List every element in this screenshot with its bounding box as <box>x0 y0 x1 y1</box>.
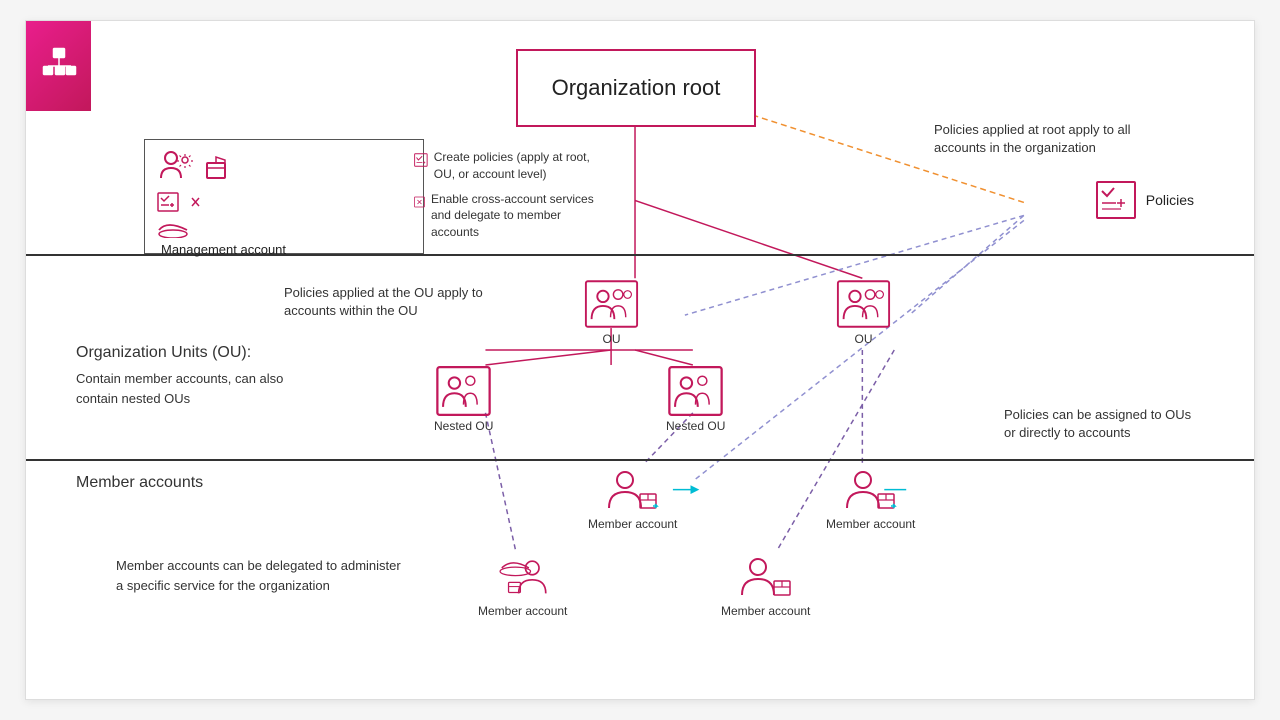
text-ou-section: Organization Units (OU): Contain member … <box>76 341 296 408</box>
diagram-container: Organization root <box>25 20 1255 700</box>
policies-icon <box>1096 181 1136 219</box>
member-4-label: Member account <box>721 604 810 618</box>
nested-ou-left: Nested OU <box>434 366 493 433</box>
member-2-label: Member account <box>826 517 915 531</box>
member-4-icon <box>738 551 793 601</box>
ou-left: OU <box>584 279 639 346</box>
text-create-policies: Create policies (apply at root, OU, or a… <box>414 149 604 241</box>
text-ou-policies: Policies applied at the OU apply to acco… <box>284 284 504 320</box>
admin-hat-icon <box>157 216 189 238</box>
nested-ou-right: Nested OU <box>666 366 725 433</box>
member-account-4: Member account <box>721 551 810 618</box>
member-account-3: Member account <box>478 551 567 618</box>
member-2-icon <box>843 464 898 514</box>
nested-ou-left-label: Nested OU <box>434 419 493 433</box>
text-member-delegate: Member accounts can be delegated to admi… <box>116 556 406 595</box>
cube-icon <box>203 153 231 181</box>
ou-right: OU <box>836 279 891 346</box>
checklist-icon <box>157 192 179 212</box>
text-ou-policies-content: Policies applied at the OU apply to acco… <box>284 285 483 318</box>
text-ou-section-body: Contain member accounts, can also contai… <box>76 371 283 406</box>
text-policies-root: Policies applied at root apply to all ac… <box>934 121 1134 157</box>
ou-right-label: OU <box>855 332 873 346</box>
org-root-label: Organization root <box>552 75 721 101</box>
top-icon <box>26 21 91 111</box>
member-account-2: Member account <box>826 464 915 531</box>
text-policies-assign-content: Policies can be assigned to OUs or direc… <box>1004 407 1191 440</box>
text-policies-root-content: Policies applied at root apply to all ac… <box>934 122 1131 155</box>
nested-ou-right-label: Nested OU <box>666 419 725 433</box>
nested-ou-right-icon <box>668 366 723 416</box>
cross-icon <box>187 192 209 212</box>
nested-ou-left-icon <box>436 366 491 416</box>
text-member-delegate-content: Member accounts can be delegated to admi… <box>116 558 401 593</box>
ou-right-icon <box>836 279 891 329</box>
org-root-box: Organization root <box>516 49 756 127</box>
text-create-policies-content: Create policies (apply at root, OU, or a… <box>434 149 604 183</box>
member-1-label: Member account <box>588 517 677 531</box>
text-member-section: Member accounts <box>76 474 203 492</box>
text-ou-section-title: Organization Units (OU): <box>76 341 296 365</box>
ou-left-label: OU <box>603 332 621 346</box>
cross-small-icon <box>414 191 425 213</box>
member-3-icon <box>495 551 550 601</box>
text-policies-assign: Policies can be assigned to OUs or direc… <box>1004 406 1204 442</box>
member-1-icon <box>605 464 660 514</box>
mgmt-account-box: Management account <box>144 139 424 254</box>
mgmt-account-label: Management account <box>157 242 286 257</box>
policy-box: Policies <box>1096 181 1194 219</box>
policies-label: Policies <box>1146 192 1194 208</box>
member-account-1: Member account <box>588 464 677 531</box>
text-enable-cross-content: Enable cross-account services and delega… <box>431 191 604 241</box>
checklist-small-icon <box>414 149 428 171</box>
mgmt-icons-row <box>157 148 231 186</box>
person-gear-icon <box>157 148 195 186</box>
member-3-label: Member account <box>478 604 567 618</box>
ou-left-icon <box>584 279 639 329</box>
text-member-section-content: Member accounts <box>76 474 203 491</box>
